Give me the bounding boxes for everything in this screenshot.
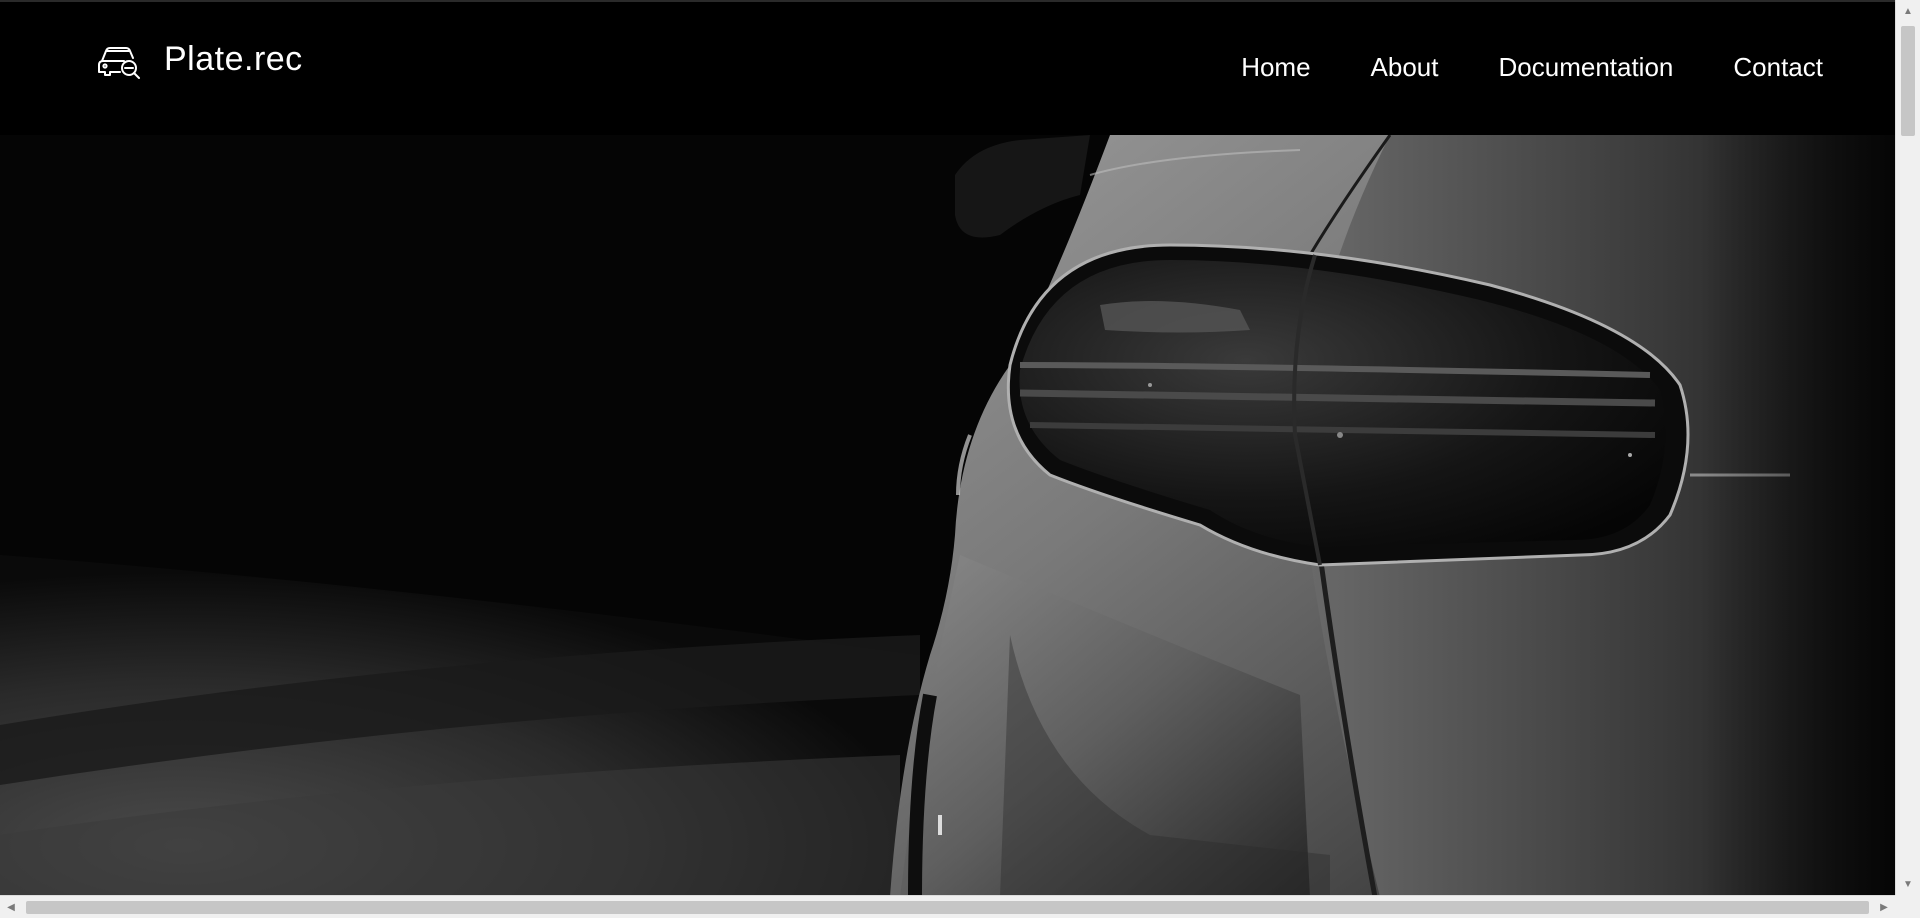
main-nav: Home About Documentation Contact [1241,52,1823,83]
nav-item-contact[interactable]: Contact [1733,52,1823,83]
brand[interactable]: Plate.rec [96,40,303,79]
horizontal-scroll-thumb[interactable] [26,901,1869,914]
arrow-up-icon[interactable]: ▲ [1896,0,1920,22]
arrow-left-icon[interactable]: ◀ [0,896,22,918]
browser-viewport: Plate.rec Home About Documentation Conta… [0,0,1895,895]
horizontal-scrollbar[interactable]: ◀ ▶ [0,895,1895,918]
hero-section [0,135,1895,895]
arrow-down-icon[interactable]: ▼ [1896,873,1920,895]
brand-name: Plate.rec [164,40,303,78]
nav-item-about[interactable]: About [1371,52,1439,83]
arrow-right-icon[interactable]: ▶ [1873,896,1895,918]
car-taillight-photo [0,135,1895,895]
navbar: Plate.rec Home About Documentation Conta… [0,2,1895,135]
nav-item-documentation[interactable]: Documentation [1499,52,1674,83]
scrollbar-corner [1895,895,1920,918]
vertical-scrollbar[interactable]: ▲ ▼ [1895,0,1920,895]
car-search-icon [98,46,140,79]
vertical-scroll-thumb[interactable] [1901,26,1915,136]
nav-item-home[interactable]: Home [1241,52,1310,83]
